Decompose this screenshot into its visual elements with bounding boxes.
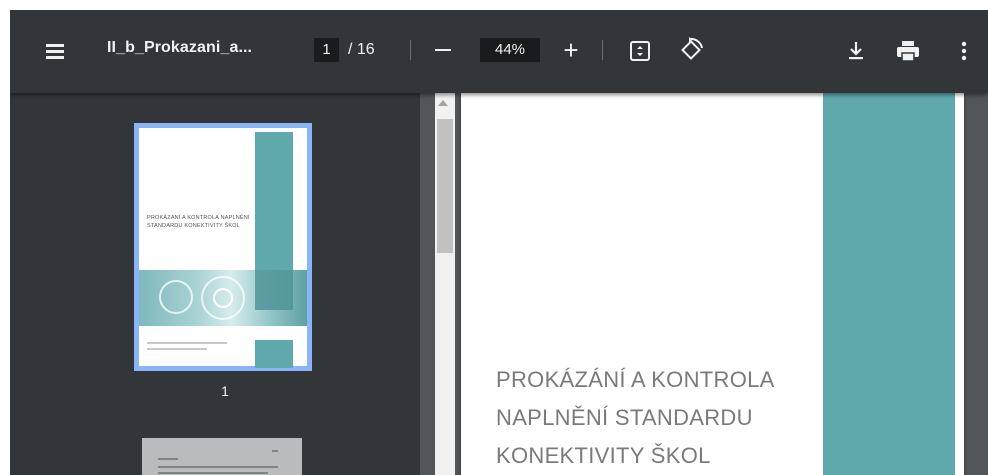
divider — [602, 40, 603, 60]
page-thumbnail-2[interactable] — [142, 438, 302, 475]
zoom-out-button[interactable] — [430, 35, 456, 65]
fit-to-page-icon[interactable] — [625, 36, 655, 66]
thumbnail-sidebar: PROKÁZÁNÍ A KONTROLA NAPLNĚNÍ STANDARDU … — [10, 93, 420, 475]
page-title: PROKÁZÁNÍ A KONTROLA NAPLNĚNÍ STANDARDU … — [496, 361, 816, 475]
thumbnail-title: PROKÁZÁNÍ A KONTROLA NAPLNĚNÍ STANDARDU … — [147, 215, 250, 229]
toolbar: II_b_Prokazani_a... 1 / 16 44% + — [10, 10, 988, 93]
more-options-icon[interactable] — [950, 36, 978, 66]
menu-icon[interactable] — [40, 36, 70, 66]
minus-icon — [435, 48, 451, 52]
page-number-input[interactable]: 1 — [314, 38, 339, 62]
thumbnail-logo — [255, 270, 293, 310]
thumbnail-teal-bar — [255, 132, 293, 270]
pdf-viewer: II_b_Prokazani_a... 1 / 16 44% + PROKÁZÁ… — [10, 10, 988, 475]
scroll-up-arrow-icon[interactable] — [438, 100, 448, 106]
zoom-level-input[interactable]: 44% — [480, 38, 540, 62]
page-title-line: PROKÁZÁNÍ A KONTROLA — [496, 367, 775, 392]
zoom-in-button[interactable]: + — [558, 35, 584, 65]
page-total: / 16 — [348, 41, 375, 58]
page-thumbnail-1[interactable]: PROKÁZÁNÍ A KONTROLA NAPLNĚNÍ STANDARDU … — [134, 123, 312, 371]
thumbnail-label: 1 — [221, 383, 229, 399]
download-icon[interactable] — [842, 36, 870, 66]
page-title-line: NAPLNĚNÍ STANDARDU — [496, 405, 753, 430]
page-teal-column — [823, 93, 955, 475]
divider — [410, 40, 411, 60]
print-icon[interactable] — [892, 36, 924, 66]
scrollbar-thumb[interactable] — [437, 119, 453, 253]
page-title-line: KONEKTIVITY ŠKOL — [496, 443, 711, 468]
document-title: II_b_Prokazani_a... — [107, 39, 253, 56]
rotate-icon[interactable] — [675, 34, 707, 66]
pdf-page: PROKÁZÁNÍ A KONTROLA NAPLNĚNÍ STANDARDU … — [461, 93, 964, 475]
